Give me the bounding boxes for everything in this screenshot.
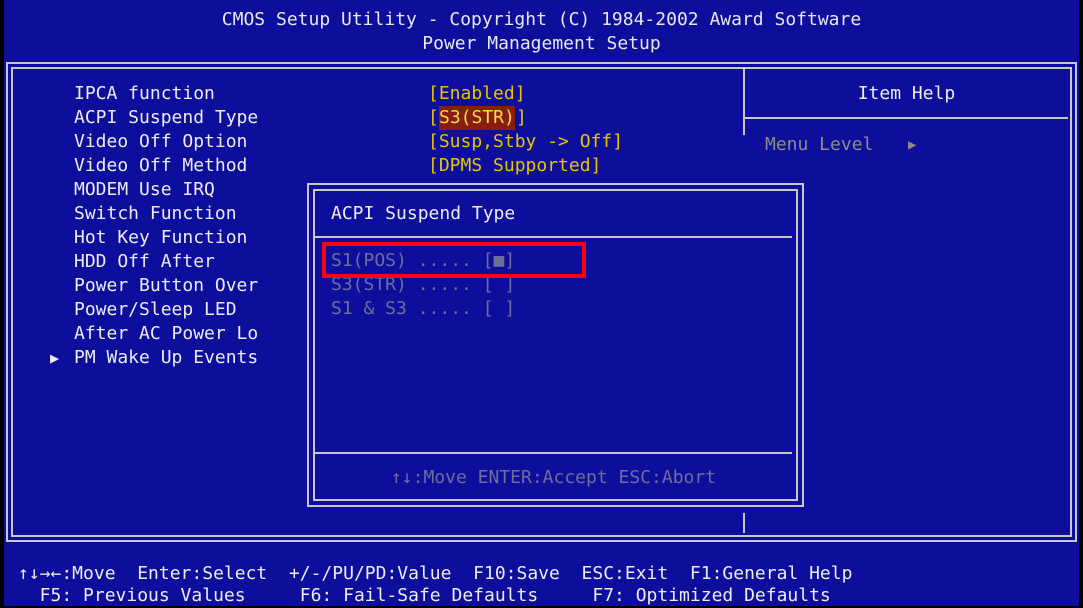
setting-hdd-off-after[interactable]: HDD Off After xyxy=(74,250,215,274)
setting-switch-function[interactable]: Switch Function xyxy=(74,202,237,226)
value-acpi-close-bracket: ] xyxy=(516,107,527,128)
value-video-off-option[interactable]: [Susp,Stby -> Off] xyxy=(428,130,623,154)
page-subtitle: Power Management Setup xyxy=(422,33,661,54)
value-video-off-method[interactable]: [DPMS Supported] xyxy=(428,154,601,178)
help-title-separator xyxy=(745,117,1068,119)
submenu-arrow-icon: ▶ xyxy=(50,349,60,367)
window-title: CMOS Setup Utility - Copyright (C) 1984-… xyxy=(221,9,862,30)
setting-acpi-suspend-type[interactable]: ACPI Suspend Type xyxy=(74,106,258,130)
setting-power-button-override[interactable]: Power Button Over xyxy=(74,274,258,298)
key-hints-row-1: ↑↓→←:Move Enter:Select +/-/PU/PD:Value F… xyxy=(18,563,853,584)
dialog-footer-hints: ↑↓:Move ENTER:Accept ESC:Abort xyxy=(390,467,717,488)
setting-after-ac-power-loss[interactable]: After AC Power Lo xyxy=(74,322,258,346)
annotation-highlight-box xyxy=(322,242,586,278)
setting-power-sleep-led[interactable]: Power/Sleep LED xyxy=(74,298,237,322)
value-ipca-function[interactable]: [Enabled] xyxy=(428,82,526,106)
menu-level-label: Menu Level xyxy=(765,134,874,155)
key-hints-row-2: F5: Previous Values F6: Fail-Safe Defaul… xyxy=(18,585,831,606)
dialog-title: ACPI Suspend Type xyxy=(331,203,516,224)
screen-right-edge xyxy=(1079,0,1083,608)
setting-modem-use-irq[interactable]: MODEM Use IRQ xyxy=(74,178,215,202)
setting-video-off-method[interactable]: Video Off Method xyxy=(74,154,247,178)
setting-ipca-function[interactable]: IPCA function xyxy=(74,82,215,106)
menu-level-arrow-icon: ▶ xyxy=(908,137,917,153)
setting-hot-key-function[interactable]: Hot Key Function xyxy=(74,226,247,250)
dialog-title-separator xyxy=(315,236,792,238)
screen-left-edge xyxy=(0,0,4,608)
setting-video-off-option[interactable]: Video Off Option xyxy=(74,130,247,154)
help-divider-lower xyxy=(743,513,745,533)
acpi-suspend-type-dialog xyxy=(307,183,804,507)
value-acpi-open-bracket: [ xyxy=(428,107,439,128)
item-help-title: Item Help xyxy=(857,83,956,104)
dialog-footer-separator xyxy=(315,452,792,454)
setting-pm-wake-up-events[interactable]: PM Wake Up Events xyxy=(74,346,258,370)
dialog-option-s1-s3[interactable]: S1 & S3 ..... [ ] xyxy=(331,297,515,321)
value-acpi-suspend-type[interactable]: S3(STR) xyxy=(439,106,515,130)
